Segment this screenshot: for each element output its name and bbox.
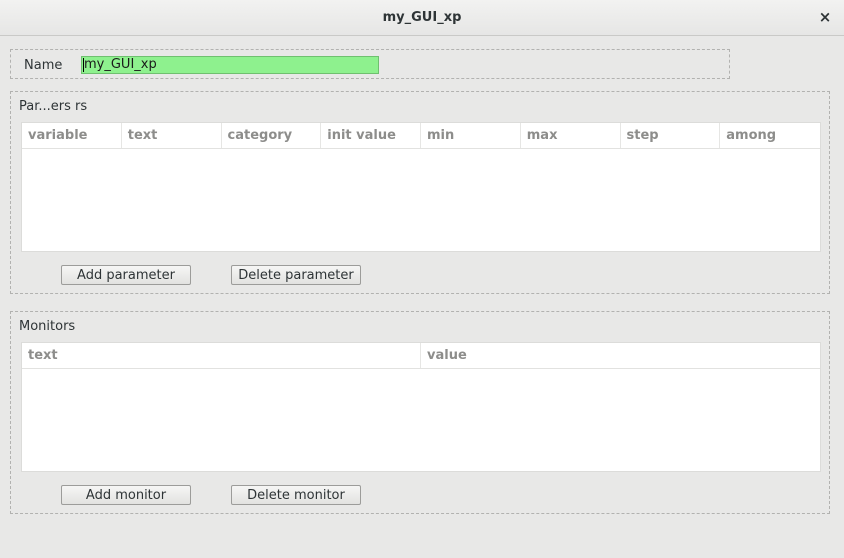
add-parameter-button[interactable]: Add parameter bbox=[61, 265, 191, 285]
name-label: Name bbox=[24, 58, 63, 73]
name-input-value: my_GUI_xp bbox=[84, 57, 157, 72]
name-panel: Name my_GUI_xp bbox=[10, 49, 730, 79]
delete-parameter-button[interactable]: Delete parameter bbox=[231, 265, 361, 285]
delete-monitor-button[interactable]: Delete monitor bbox=[231, 485, 361, 505]
parameters-panel: Par...ers rs variable text category init… bbox=[10, 91, 830, 294]
parameters-label: Par...ers rs bbox=[19, 99, 88, 114]
column-header-text[interactable]: text bbox=[122, 123, 222, 148]
column-header-max[interactable]: max bbox=[521, 123, 621, 148]
monitors-table-header: text value bbox=[22, 343, 820, 369]
monitors-table[interactable]: text value bbox=[21, 342, 821, 472]
close-icon[interactable]: × bbox=[818, 8, 832, 26]
column-header-category[interactable]: category bbox=[222, 123, 322, 148]
monitors-panel: Monitors text value Add monitor Delete m… bbox=[10, 311, 830, 514]
column-header-min[interactable]: min bbox=[421, 123, 521, 148]
name-input[interactable]: my_GUI_xp bbox=[81, 56, 379, 74]
column-header-value[interactable]: value bbox=[421, 343, 820, 368]
add-monitor-button[interactable]: Add monitor bbox=[61, 485, 191, 505]
column-header-among[interactable]: among bbox=[720, 123, 820, 148]
title-bar: my_GUI_xp × bbox=[0, 0, 844, 36]
column-header-step[interactable]: step bbox=[621, 123, 721, 148]
monitors-label: Monitors bbox=[19, 319, 76, 334]
column-header-variable[interactable]: variable bbox=[22, 123, 122, 148]
parameters-table[interactable]: variable text category init value min ma… bbox=[21, 122, 821, 252]
column-header-init-value[interactable]: init value bbox=[321, 123, 421, 148]
window-title: my_GUI_xp bbox=[382, 10, 462, 25]
column-header-text[interactable]: text bbox=[22, 343, 421, 368]
parameters-table-header: variable text category init value min ma… bbox=[22, 123, 820, 149]
